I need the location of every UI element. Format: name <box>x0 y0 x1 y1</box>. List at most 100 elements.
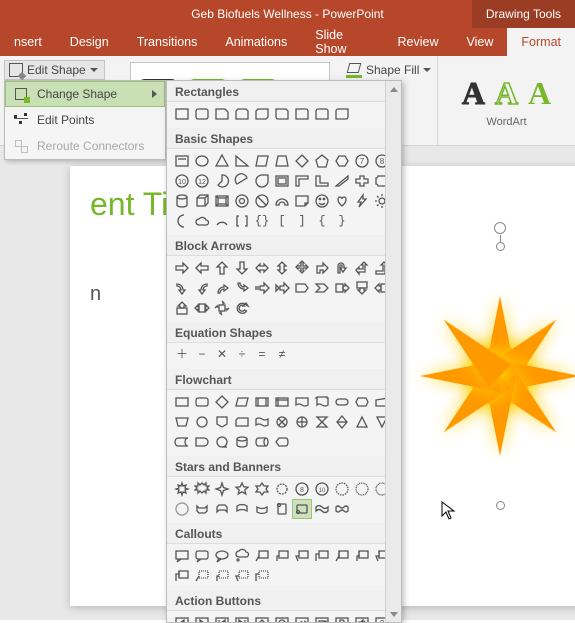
shape-striped-right-arrow[interactable] <box>253 279 271 297</box>
shape-minus[interactable]: − <box>193 346 211 364</box>
shape-pentagon[interactable] <box>313 152 331 170</box>
resize-handle[interactable] <box>496 501 505 510</box>
shape-quad-arrow-callout[interactable] <box>213 299 231 317</box>
shape-down-ribbon[interactable] <box>213 500 231 518</box>
shape-line-callout-1-accent[interactable] <box>333 547 351 565</box>
shape-quad-arrow[interactable] <box>293 259 311 277</box>
scroll-up-button[interactable] <box>386 81 402 97</box>
shape-flowchart-manual-op[interactable] <box>173 413 191 431</box>
shape-line-callout-2-accent[interactable] <box>353 547 371 565</box>
shape-plus[interactable]: ＋ <box>173 346 191 364</box>
shape-curved-down-ribbon[interactable] <box>253 500 271 518</box>
shape-chevron[interactable] <box>313 279 331 297</box>
shape-action-forward[interactable] <box>193 614 211 623</box>
shape-notched-right-arrow[interactable] <box>273 279 291 297</box>
shape-action-document[interactable] <box>333 614 351 623</box>
shape-not-equal[interactable]: ≠ <box>273 346 291 364</box>
shape-l-shape[interactable] <box>313 172 331 190</box>
shape-flowchart-document[interactable] <box>293 393 311 411</box>
shape-smiley[interactable] <box>313 192 331 210</box>
shape-flowchart-collate[interactable] <box>313 413 331 431</box>
flyout-scrollbar[interactable] <box>385 81 401 622</box>
wordart-preset[interactable]: A <box>462 75 485 112</box>
shape-vertical-scroll[interactable] <box>273 500 291 518</box>
shape-32-point-star[interactable] <box>173 500 191 518</box>
shape-7-point-star[interactable] <box>273 480 291 498</box>
shape-rounded-rect-callout[interactable] <box>193 547 211 565</box>
shape-cross[interactable] <box>353 172 371 190</box>
shape-horizontal-scroll[interactable] <box>293 500 311 518</box>
shape-flowchart-connector[interactable] <box>193 413 211 431</box>
shape-flowchart-card[interactable] <box>233 413 251 431</box>
shape-explosion-1[interactable] <box>173 480 191 498</box>
shape-left-brace[interactable]: { <box>313 212 331 230</box>
shape-10-point-star[interactable]: 10 <box>313 480 331 498</box>
shape-down-arrow-callout[interactable] <box>353 279 371 297</box>
shape-flowchart-preparation[interactable] <box>353 393 371 411</box>
shape-parallelogram[interactable] <box>253 152 271 170</box>
shape-action-return[interactable] <box>293 614 311 623</box>
shape-line-callout-1-noborder[interactable] <box>193 567 211 585</box>
shape-action-beginning[interactable] <box>213 614 231 623</box>
shape-right-arrow-callout[interactable] <box>333 279 351 297</box>
shape-up-ribbon[interactable] <box>193 500 211 518</box>
shape-left-right-arrow-callout[interactable] <box>193 299 211 317</box>
shape-dodecagon[interactable]: 12 <box>193 172 211 190</box>
shape-circular-arrow[interactable] <box>233 299 251 317</box>
tab-view[interactable]: View <box>453 28 508 56</box>
shape-flowchart-display[interactable] <box>273 433 291 451</box>
shape-left-arrow[interactable] <box>193 259 211 277</box>
shape-arc[interactable] <box>213 212 231 230</box>
shape-flowchart-seq-storage[interactable] <box>213 433 231 451</box>
shape-chord[interactable] <box>233 172 251 190</box>
shape-flowchart-multidoc[interactable] <box>313 393 331 411</box>
shape-action-movie[interactable] <box>313 614 331 623</box>
shape-folded-corner[interactable] <box>293 192 311 210</box>
wordart-preset[interactable]: A <box>528 75 551 112</box>
shape-oval[interactable] <box>193 152 211 170</box>
shape-bevel[interactable] <box>213 192 231 210</box>
shape-double-brace[interactable]: {} <box>253 212 271 230</box>
shape-wave[interactable] <box>313 500 331 518</box>
shape-action-info[interactable] <box>273 614 291 623</box>
shape-snip-diag[interactable] <box>253 105 271 123</box>
shape-bent-arrow[interactable] <box>313 259 331 277</box>
shape-explosion-2[interactable] <box>193 480 211 498</box>
shape-rect-callout[interactable] <box>173 547 191 565</box>
wordart-preset[interactable]: A <box>495 75 518 112</box>
shape-curved-up-ribbon[interactable] <box>233 500 251 518</box>
edit-shape-button[interactable]: Edit Shape <box>4 60 105 80</box>
shape-flowchart-terminator[interactable] <box>333 393 351 411</box>
shape-curved-right-arrow[interactable] <box>173 279 191 297</box>
shape-teardrop[interactable] <box>253 172 271 190</box>
shape-fill-button[interactable]: Shape Fill <box>342 60 435 80</box>
shape-uturn-arrow[interactable] <box>333 259 351 277</box>
shape-frame[interactable] <box>273 172 291 190</box>
shape-flowchart-predefined[interactable] <box>253 393 271 411</box>
shape-cloud[interactable] <box>193 212 211 230</box>
shape-division[interactable]: ÷ <box>233 346 251 364</box>
shape-line-callout-1[interactable] <box>253 547 271 565</box>
shape-6-point-star[interactable] <box>253 480 271 498</box>
shape-heart[interactable] <box>333 192 351 210</box>
shape-moon[interactable] <box>173 212 191 230</box>
shape-curved-down-arrow[interactable] <box>233 279 251 297</box>
shape-flowchart-internal-storage[interactable] <box>273 393 291 411</box>
shape-flowchart-summing[interactable] <box>273 413 291 431</box>
shape-snip-single[interactable] <box>213 105 231 123</box>
shape-12-point-star[interactable] <box>333 480 351 498</box>
shape-left-bracket[interactable]: [ <box>273 212 291 230</box>
shape-up-arrow[interactable] <box>213 259 231 277</box>
shape-heptagon[interactable]: 7 <box>353 152 371 170</box>
shape-oval-callout[interactable] <box>213 547 231 565</box>
shape-up-down-arrow[interactable] <box>273 259 291 277</box>
shape-right-arrow[interactable] <box>173 259 191 277</box>
shape-flowchart-process[interactable] <box>173 393 191 411</box>
shape-action-end[interactable] <box>233 614 251 623</box>
shape-double-wave[interactable] <box>333 500 351 518</box>
menu-item-edit-points[interactable]: Edit Points <box>5 107 165 133</box>
tab-design[interactable]: Design <box>56 28 123 56</box>
shape-can[interactable] <box>173 192 191 210</box>
shape-curved-left-arrow[interactable] <box>193 279 211 297</box>
shape-action-back[interactable] <box>173 614 191 623</box>
